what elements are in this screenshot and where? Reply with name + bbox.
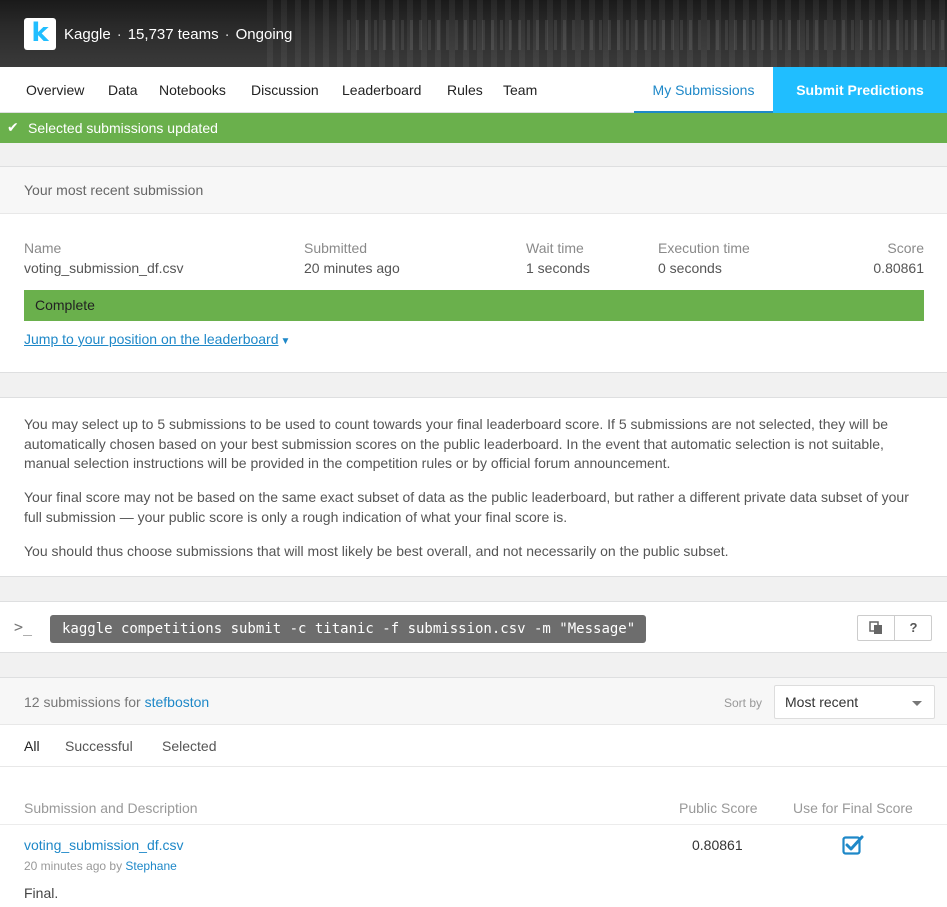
submitted-label: Submitted [304,240,368,256]
dropdown-arrow-icon [912,701,922,706]
separator-dot: · [224,26,230,43]
submission-name: voting_submission_df.csv [24,260,184,276]
submission-time: 20 minutes ago by [24,859,123,873]
column-final-score: Use for Final Score [793,800,913,816]
sort-by-label: Sort by [724,696,763,710]
filter-successful[interactable]: Successful [65,738,133,754]
tab-rules[interactable]: Rules [447,82,483,98]
tab-leaderboard[interactable]: Leaderboard [342,82,421,98]
row-divider [0,824,947,825]
submissions-list-card: 12 submissions for stefboston Sort by Mo… [0,677,947,907]
submit-predictions-button[interactable]: Submit Predictions [773,67,947,113]
tab-overview[interactable]: Overview [26,82,84,98]
notice-message: Selected submissions updated [28,120,218,136]
success-notice: ✔ Selected submissions updated [0,113,947,143]
app-name[interactable]: Kaggle [64,26,111,43]
status-text: Complete [35,297,95,313]
column-description: Submission and Description [24,800,198,816]
user-link[interactable]: stefboston [145,694,210,710]
sort-select-value: Most recent [785,694,859,710]
submission-count: 12 submissions for stefboston [24,694,209,710]
checked-box-icon [842,835,864,855]
submission-filters: All Successful Selected [0,725,947,767]
jump-to-leaderboard-link[interactable]: Jump to your position on the leaderboard… [24,331,290,347]
competition-header: k Kaggle · 15,737 teams · Ongoing [0,0,947,67]
wait-time-value: 1 seconds [526,260,590,276]
info-paragraph-3: You should thus choose submissions that … [24,543,729,559]
execution-time-label: Execution time [658,240,750,256]
tab-discussion[interactable]: Discussion [251,82,319,98]
recent-submission-title: Your most recent submission [24,182,204,198]
execution-time-value: 0 seconds [658,260,722,276]
submission-description: Final. [24,885,59,901]
sort-select[interactable]: Most recent [774,685,935,719]
filter-all[interactable]: All [24,738,40,754]
competition-nav: Overview Data Notebooks Discussion Leade… [0,67,947,113]
selection-info-card: You may select up to 5 submissions to be… [0,397,947,577]
jump-link-label: Jump to your position on the leaderboard [24,331,279,347]
copy-icon [869,621,882,634]
api-command-card: >_ kaggle competitions submit -c titanic… [0,601,947,653]
teams-count: 15,737 teams [127,26,219,43]
count-prefix: 12 submissions for [24,694,141,710]
tab-data[interactable]: Data [108,82,138,98]
submission-meta: 20 minutes ago by Stephane [24,859,177,873]
use-for-final-checkbox[interactable] [842,834,864,856]
wait-time-label: Wait time [526,240,584,256]
caret-down-icon: ▼ [280,336,291,347]
score-value: 0.80861 [873,260,924,276]
column-public-score: Public Score [679,800,758,816]
header-info: Kaggle · 15,737 teams · Ongoing [64,26,292,43]
filter-selected[interactable]: Selected [162,738,216,754]
header-background-detail [347,20,947,50]
info-paragraph-1: You may select up to 5 submissions to be… [24,416,889,471]
competition-status: Ongoing [235,26,293,43]
help-button[interactable]: ? [895,616,932,640]
check-icon: ✔ [7,119,19,135]
command-actions: ? [857,615,932,641]
public-score: 0.80861 [692,837,743,853]
terminal-prompt-icon: >_ [14,618,33,636]
tab-my-submissions[interactable]: My Submissions [634,67,773,113]
tab-team[interactable]: Team [503,82,537,98]
kaggle-logo-icon[interactable]: k [24,18,56,50]
submission-file-link[interactable]: voting_submission_df.csv [24,837,184,853]
api-command-text[interactable]: kaggle competitions submit -c titanic -f… [50,615,646,643]
copy-button[interactable] [858,616,895,640]
status-bar: Complete [24,290,924,321]
recent-submission-card: Your most recent submission Name Submitt… [0,166,947,373]
submissions-list-header: 12 submissions for stefboston Sort by Mo… [0,678,947,725]
tab-notebooks[interactable]: Notebooks [159,82,226,98]
author-link[interactable]: Stephane [125,859,176,873]
recent-submission-header: Your most recent submission [0,167,947,214]
name-label: Name [24,240,62,256]
score-label: Score [887,240,924,256]
separator-dot: · [116,26,122,43]
submitted-value: 20 minutes ago [304,260,400,276]
info-paragraph-2: Your final score may not be based on the… [24,489,909,525]
